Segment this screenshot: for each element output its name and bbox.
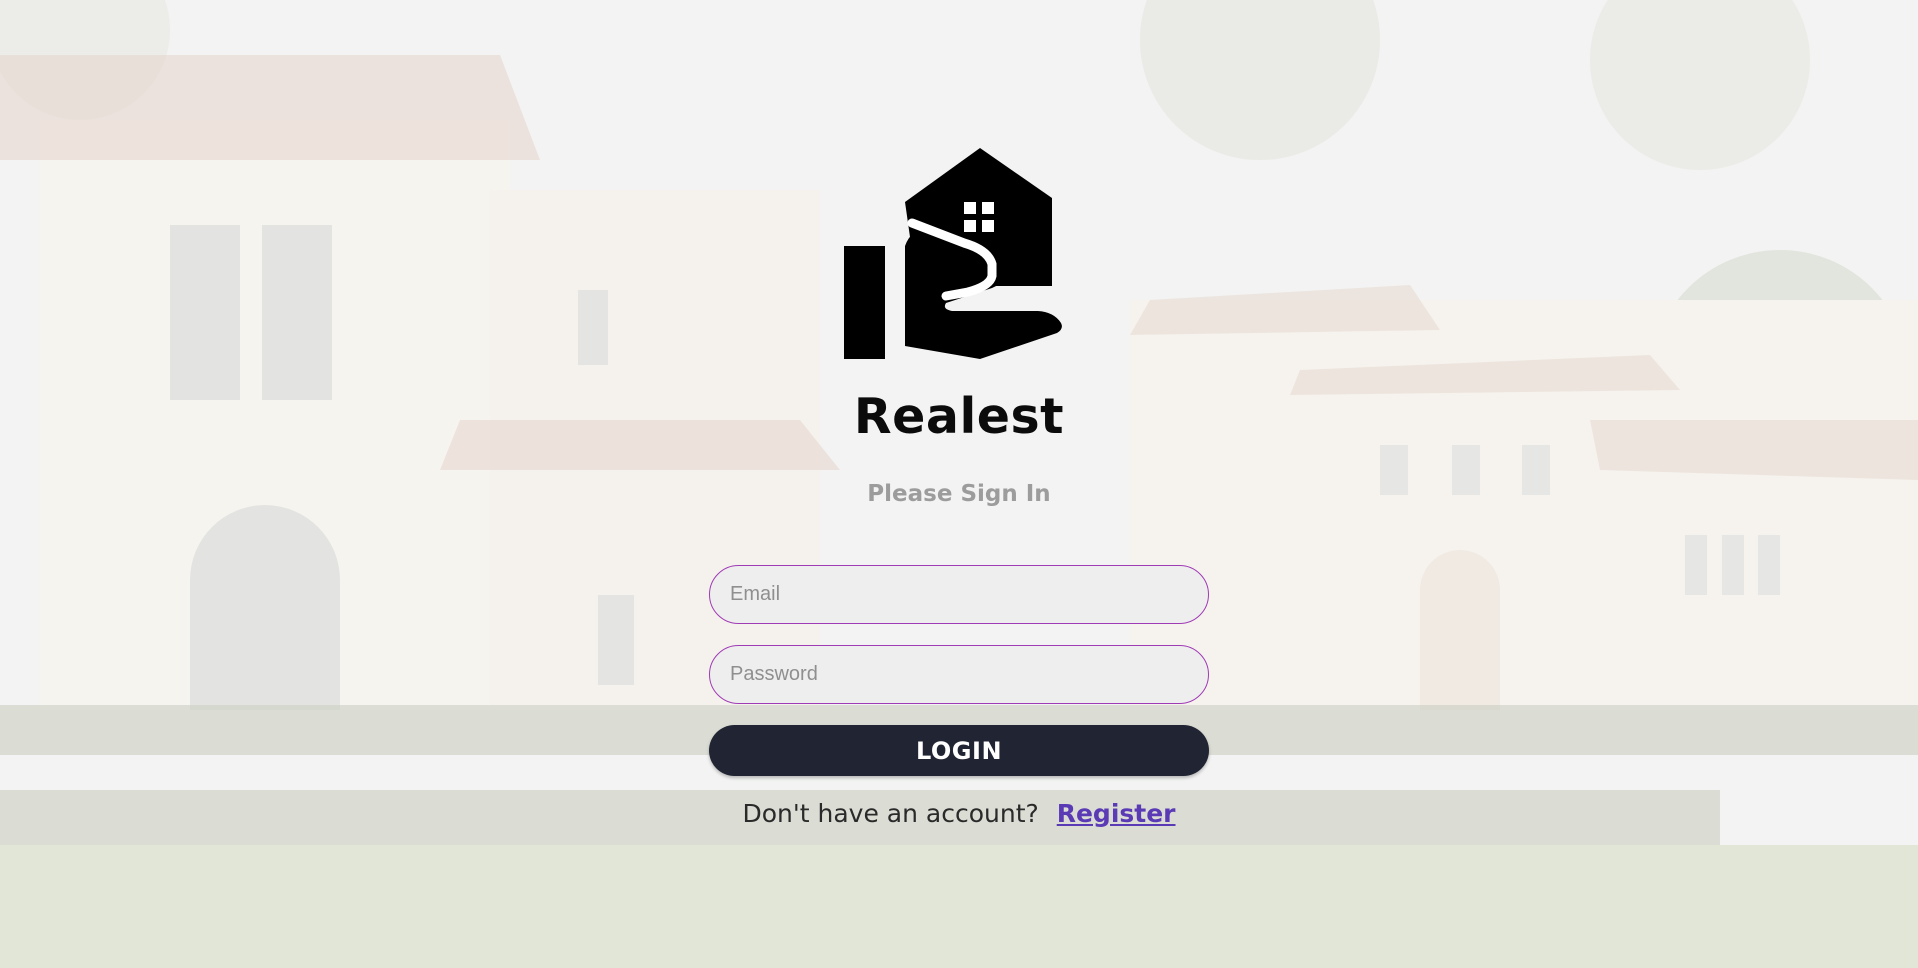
register-prompt-row: Don't have an account? Register xyxy=(0,799,1918,828)
login-button[interactable]: LOGIN xyxy=(709,725,1209,776)
brand-name: Realest xyxy=(853,388,1065,445)
register-link[interactable]: Register xyxy=(1057,799,1176,828)
email-input[interactable] xyxy=(709,565,1209,624)
register-prompt-text: Don't have an account? xyxy=(742,799,1039,828)
login-panel: Realest Please Sign In LOGIN Don't have … xyxy=(0,0,1918,968)
password-input[interactable] xyxy=(709,645,1209,704)
house-in-hand-icon xyxy=(844,148,1062,359)
sign-in-subtitle: Please Sign In xyxy=(867,481,1051,507)
